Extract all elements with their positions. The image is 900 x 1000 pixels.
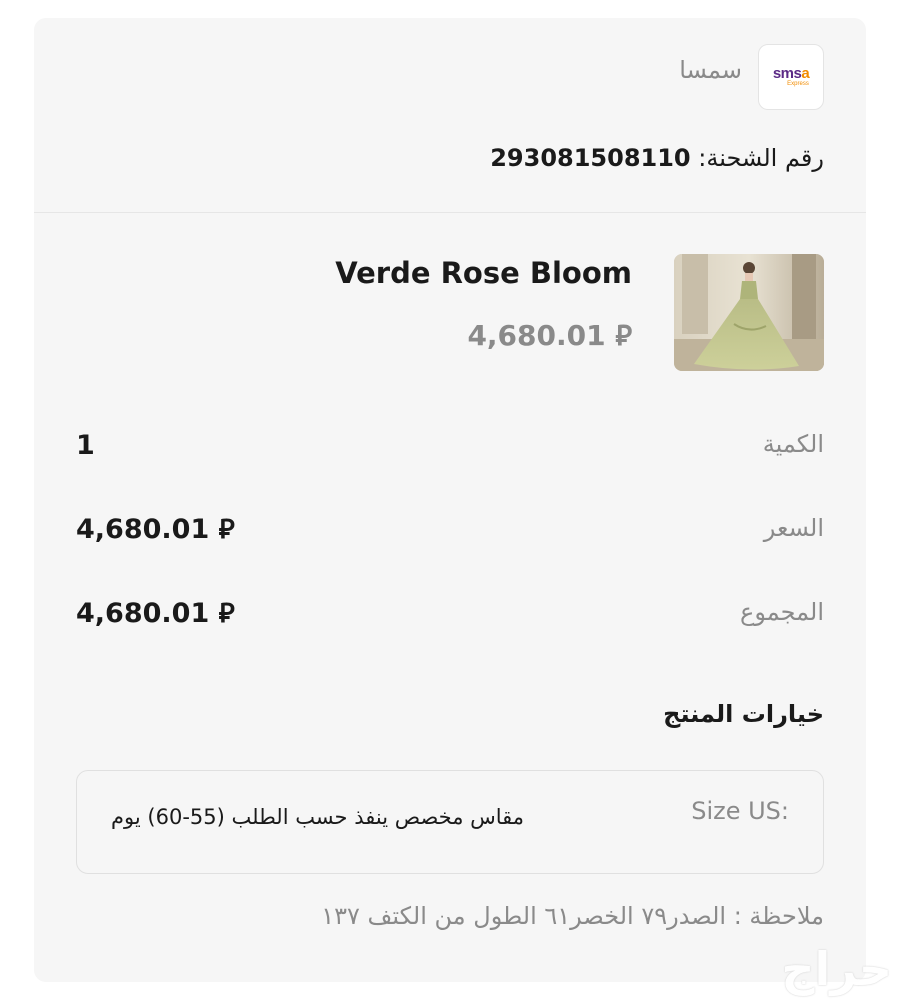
shipment-label: رقم الشحنة: (698, 144, 824, 172)
price-label: السعر (763, 514, 824, 542)
option-item: Size US: مقاس مخصص ينفذ حسب الطلب (55-60… (76, 770, 824, 874)
quantity-label: الكمية (762, 430, 824, 458)
product-options-title: خيارات المنتج (663, 700, 824, 728)
option-key: Size US: (691, 797, 789, 825)
order-card: smsa Express سمسا رقم الشحنة: 2930815081… (34, 18, 866, 982)
logo-word-accent: a (801, 64, 810, 82)
price-value: 4,680.01 ⃁ (76, 514, 235, 545)
courier-name: سمسا (679, 56, 742, 84)
section-divider (34, 212, 866, 213)
product-image[interactable] (674, 254, 824, 371)
option-value: مقاس مخصص ينفذ حسب الطلب (55-60) يوم (111, 805, 525, 829)
product-name[interactable]: Verde Rose Bloom (335, 256, 632, 290)
quantity-value: 1 (76, 430, 95, 461)
smsa-logo: smsa Express (758, 44, 824, 110)
total-label: المجموع (740, 598, 824, 626)
total-value: 4,680.01 ⃁ (76, 598, 235, 629)
dress-photo-icon (674, 254, 824, 371)
logo-subtitle: Express (787, 80, 809, 87)
logo-word-primary: sms (772, 64, 802, 82)
product-price: 4,680.01 ⃁ (467, 319, 632, 352)
shipment-number[interactable]: 293081508110 (490, 144, 690, 172)
order-note: ملاحظة : الصدر٧٩ الخصر٦١ الطول من الكتف … (321, 902, 824, 930)
shipment-number-line[interactable]: رقم الشحنة: 293081508110 (490, 144, 824, 172)
haraj-watermark: حراج (781, 942, 892, 996)
